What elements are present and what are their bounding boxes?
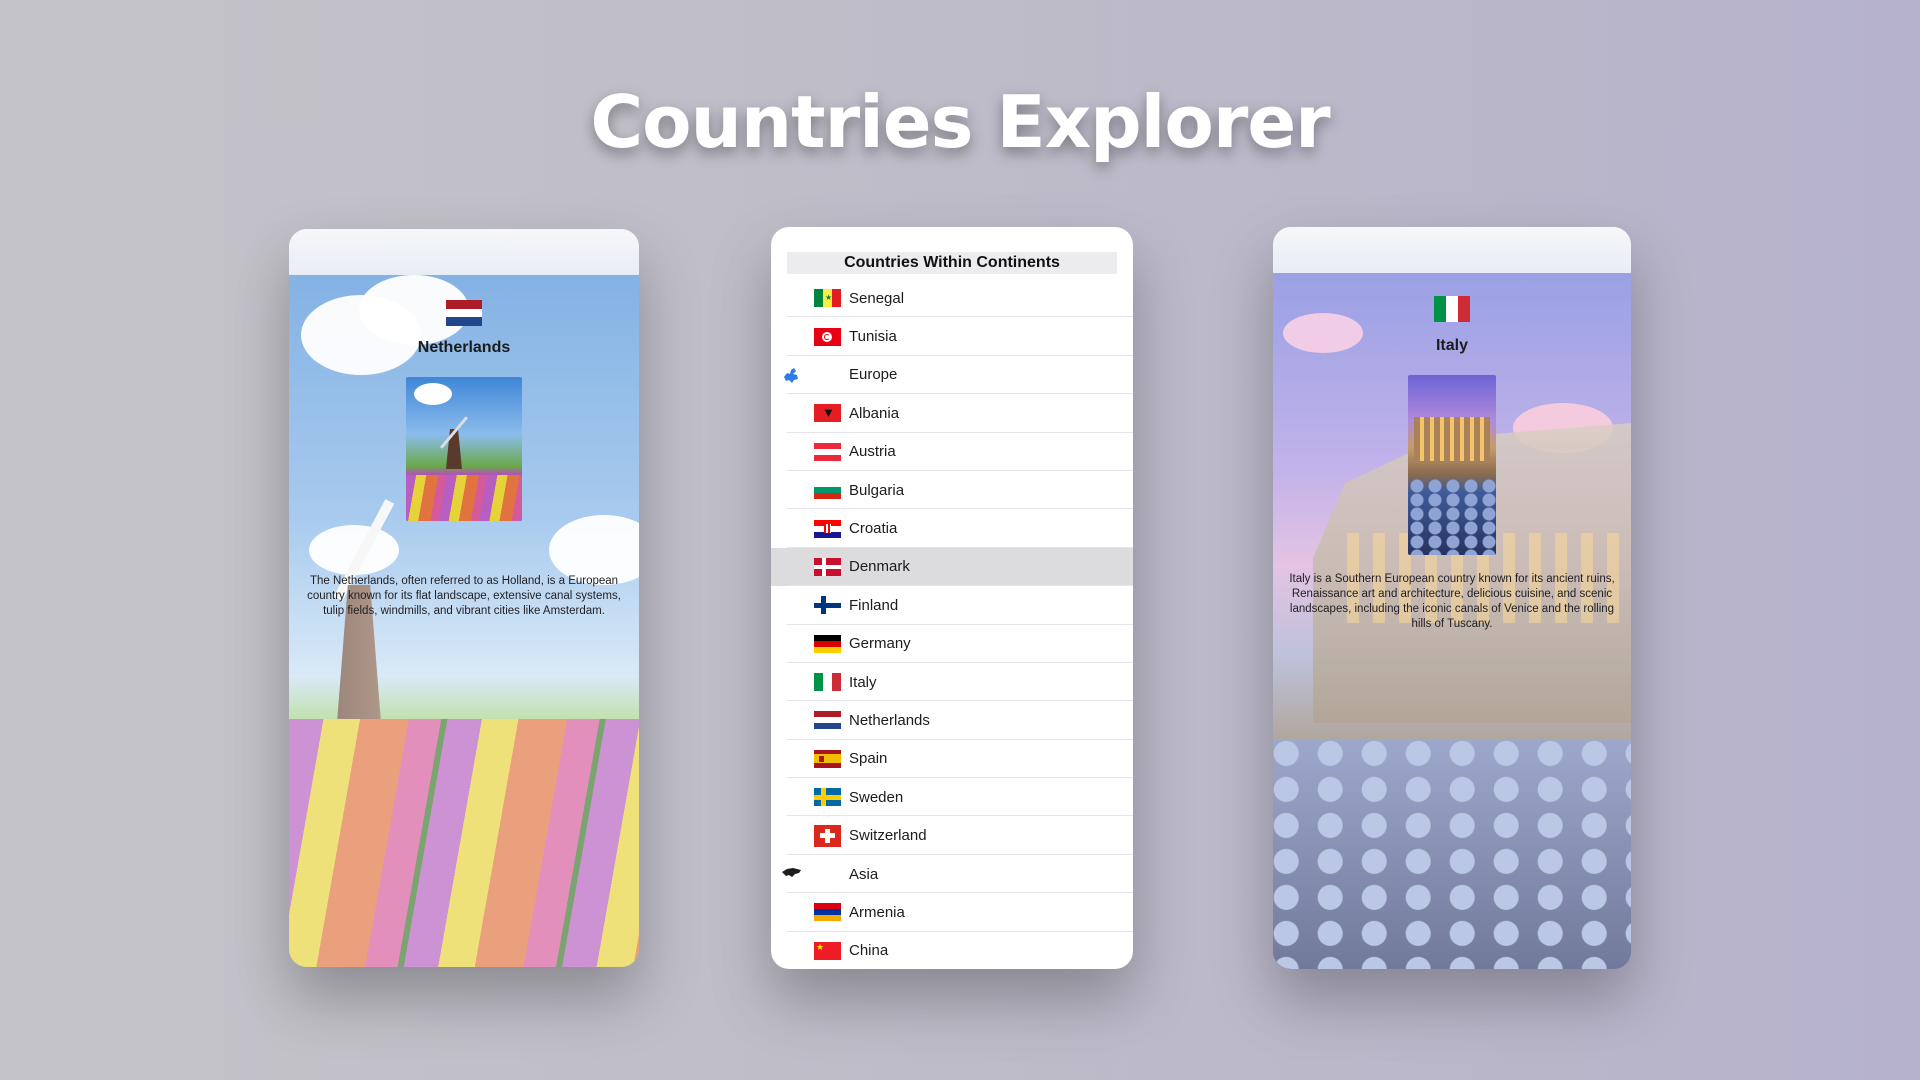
senegal-flag-icon: ★ [814, 289, 841, 308]
list-item-bulgaria[interactable]: Bulgaria [771, 471, 1133, 510]
list-item-italy[interactable]: Italy [771, 663, 1133, 702]
list-item-denmark[interactable]: Denmark [771, 547, 1133, 587]
asia-continent-icon [782, 868, 801, 878]
italy-detail-screen: Italy Italy is a Southern European count… [1273, 227, 1631, 969]
page-title: Countries Explorer [590, 80, 1330, 164]
list-item-label: Switzerland [849, 827, 927, 845]
list-item-netherlands[interactable]: Netherlands [771, 701, 1133, 741]
netherlands-flag-icon [814, 711, 841, 730]
list-item-label: Asia [849, 865, 879, 883]
sweden-flag-icon [814, 788, 841, 807]
list-item-label: Austria [849, 443, 896, 461]
list-item-label: China [849, 942, 889, 960]
list-item-albania[interactable]: ▼ Albania [771, 394, 1133, 433]
italy-flag-icon [1434, 296, 1470, 322]
bulgaria-flag-icon [814, 481, 841, 500]
navigation-bar [1273, 227, 1631, 273]
albania-flag-icon: ▼ [814, 404, 841, 423]
italy-flag-icon [814, 673, 841, 692]
list-item-label: Senegal [849, 289, 905, 307]
list-item-label: Italy [849, 673, 877, 691]
netherlands-detail-screen: Netherlands The Netherlands, often refer… [289, 229, 639, 967]
netherlands-photo [406, 377, 522, 521]
list-item-label: Europe [849, 366, 898, 384]
list-item-senegal[interactable]: ★ Senegal [771, 279, 1133, 318]
china-flag-icon: ★ [814, 941, 841, 960]
list-item-label: Tunisia [849, 328, 897, 346]
spain-flag-icon [814, 749, 841, 768]
list-item-label: Spain [849, 750, 888, 768]
italy-photo [1408, 375, 1496, 555]
austria-flag-icon [814, 442, 841, 461]
switzerland-flag-icon [814, 824, 841, 847]
list-item-label: Netherlands [849, 711, 930, 729]
list-item-label: Armenia [849, 903, 905, 921]
list-item-tunisia[interactable]: Tunisia [771, 317, 1133, 357]
croatia-flag-icon [814, 519, 841, 538]
europe-continent-icon [784, 367, 798, 383]
denmark-flag-icon [814, 557, 841, 576]
list-item-germany[interactable]: Germany [771, 625, 1133, 664]
list-item-china[interactable]: ★ China [771, 932, 1133, 969]
list-item-croatia[interactable]: Croatia [771, 509, 1133, 549]
countries-list-screen: Countries Within Continents ★ Senegal Tu… [771, 227, 1133, 969]
list-item-europe[interactable]: Europe [771, 356, 1133, 395]
list-item-label: Denmark [849, 558, 910, 576]
list-item-armenia[interactable]: Armenia [771, 893, 1133, 933]
list-item-label: Bulgaria [849, 481, 905, 499]
list-item-label: Finland [849, 596, 899, 614]
country-description: The Netherlands, often referred to as Ho… [307, 575, 621, 617]
list-item-spain[interactable]: Spain [771, 740, 1133, 779]
section-header: Countries Within Continents [787, 252, 1117, 274]
country-description: Italy is a Southern European country kno… [1289, 573, 1615, 630]
list-item-asia[interactable]: Asia [771, 855, 1133, 894]
finland-flag-icon [814, 596, 841, 615]
list-item-sweden[interactable]: Sweden [771, 778, 1133, 817]
tunisia-flag-icon [814, 327, 841, 346]
germany-flag-icon [814, 634, 841, 653]
list-item-label: Croatia [849, 520, 898, 538]
list-item-label: Albania [849, 404, 900, 422]
list-item-austria[interactable]: Austria [771, 433, 1133, 472]
country-name: Netherlands [417, 339, 511, 356]
navigation-bar [289, 229, 639, 275]
list-item-label: Germany [849, 635, 911, 653]
countries-list: ★ Senegal Tunisia Europe ▼ Albania Austr… [771, 279, 1133, 969]
list-item-label: Sweden [849, 788, 904, 806]
netherlands-flag-icon [446, 300, 482, 326]
list-item-switzerland[interactable]: Switzerland [771, 816, 1133, 856]
armenia-flag-icon [814, 903, 841, 922]
list-item-finland[interactable]: Finland [771, 586, 1133, 625]
country-name: Italy [1435, 337, 1468, 354]
